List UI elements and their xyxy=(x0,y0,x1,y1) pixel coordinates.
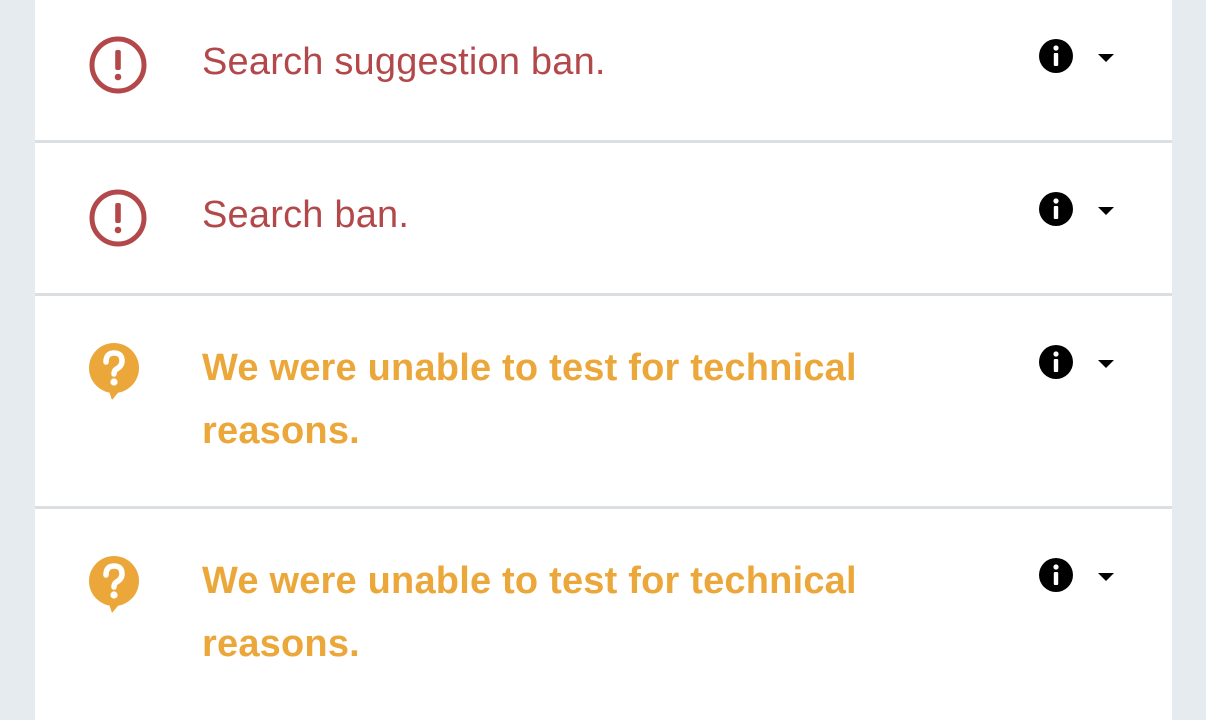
results-panel: Search suggestion ban. Search ban. We we… xyxy=(35,0,1172,720)
page-background-edge xyxy=(1172,0,1206,720)
info-icon[interactable] xyxy=(1038,557,1074,593)
result-message: Search suggestion ban. xyxy=(202,41,606,83)
question-bubble-icon xyxy=(88,342,148,402)
expand-caret-icon[interactable] xyxy=(1097,357,1115,369)
info-icon[interactable] xyxy=(1038,38,1074,74)
result-message: Search ban. xyxy=(202,194,410,236)
info-icon[interactable] xyxy=(1038,344,1074,380)
result-card: Search ban. xyxy=(35,143,1172,296)
info-icon[interactable] xyxy=(1038,191,1074,227)
expand-caret-icon[interactable] xyxy=(1097,570,1115,582)
result-message: We were unable to test for technical rea… xyxy=(202,347,857,452)
question-bubble-icon xyxy=(88,555,148,615)
result-card: Search suggestion ban. xyxy=(35,0,1172,143)
alert-circle-icon xyxy=(88,35,148,95)
expand-caret-icon[interactable] xyxy=(1097,204,1115,216)
expand-caret-icon[interactable] xyxy=(1097,51,1115,63)
result-card: We were unable to test for technical rea… xyxy=(35,509,1172,720)
result-message: We were unable to test for technical rea… xyxy=(202,560,857,665)
result-card: We were unable to test for technical rea… xyxy=(35,296,1172,509)
alert-circle-icon xyxy=(88,188,148,248)
